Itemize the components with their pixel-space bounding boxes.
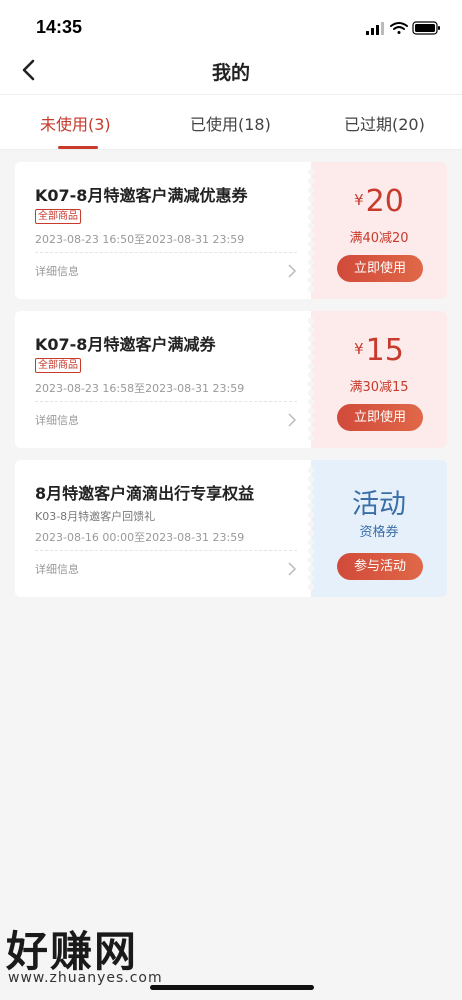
coupon-date-range: 2023-08-23 16:50至2023-08-31 23:59 <box>35 233 245 246</box>
dashed-divider <box>35 550 297 551</box>
coupon-value-panel: ¥15 满30减15 立即使用 <box>307 311 447 448</box>
tab-unused[interactable]: 未使用(3) <box>40 111 111 135</box>
details-link[interactable]: 详细信息 <box>35 559 297 581</box>
dashed-divider <box>35 252 297 253</box>
use-now-button[interactable]: 立即使用 <box>337 404 423 431</box>
coupon-tabs: 未使用(3) 已使用(18) 已过期(20) <box>0 94 462 150</box>
activity-info: 8月特邀客户滴滴出行专享权益 K03-8月特邀客户回馈礼 2023-08-16 … <box>15 460 311 597</box>
activity-label: 活动 <box>352 489 406 520</box>
activity-card: 8月特邀客户滴滴出行专享权益 K03-8月特邀客户回馈礼 2023-08-16 … <box>15 460 447 597</box>
currency-symbol: ¥ <box>354 191 364 209</box>
join-activity-button[interactable]: 参与活动 <box>337 553 423 580</box>
coupon-title: K07-8月特邀客户满减券 <box>35 335 216 354</box>
details-label: 详细信息 <box>35 414 79 427</box>
coupon-condition: 满30减15 <box>349 380 409 395</box>
coupon-date-range: 2023-08-23 16:58至2023-08-31 23:59 <box>35 382 245 395</box>
coupon-title: K07-8月特邀客户满减优惠券 <box>35 186 248 205</box>
cellular-signal-icon <box>366 22 384 35</box>
chevron-right-icon <box>288 562 297 576</box>
status-bar: 14:35 <box>0 0 462 46</box>
activity-panel: 活动 资格券 参与活动 <box>307 460 447 597</box>
coupon-info: K07-8月特邀客户满减优惠券 全部商品 2023-08-23 16:50至20… <box>15 162 311 299</box>
chevron-right-icon <box>288 413 297 427</box>
coupon-amount: ¥20 <box>311 184 447 219</box>
tab-used[interactable]: 已使用(18) <box>190 111 271 135</box>
activity-date-range: 2023-08-16 00:00至2023-08-31 23:59 <box>35 531 245 544</box>
details-label: 详细信息 <box>35 563 79 576</box>
details-label: 详细信息 <box>35 265 79 278</box>
chevron-right-icon <box>288 264 297 278</box>
nav-bar: 我的 <box>0 46 462 94</box>
coupon-card: K07-8月特邀客户满减优惠券 全部商品 2023-08-23 16:50至20… <box>15 162 447 299</box>
activity-subtitle: K03-8月特邀客户回馈礼 <box>35 510 156 523</box>
activity-type: 资格券 <box>359 525 399 540</box>
amount-value: 15 <box>365 333 404 368</box>
currency-symbol: ¥ <box>354 340 364 358</box>
coupon-amount: ¥15 <box>311 333 447 368</box>
status-time: 14:35 <box>36 17 83 37</box>
coupon-card: K07-8月特邀客户满减券 全部商品 2023-08-23 16:58至2023… <box>15 311 447 448</box>
coupon-value-panel: ¥20 满40减20 立即使用 <box>307 162 447 299</box>
status-icons <box>366 21 440 35</box>
coupon-info: K07-8月特邀客户满减券 全部商品 2023-08-23 16:58至2023… <box>15 311 311 448</box>
coupon-condition: 满40减20 <box>349 231 409 246</box>
scope-tag: 全部商品 <box>35 209 81 224</box>
battery-icon <box>412 21 440 35</box>
home-indicator[interactable] <box>150 985 314 990</box>
active-tab-indicator <box>58 146 98 149</box>
scope-tag: 全部商品 <box>35 358 81 373</box>
details-link[interactable]: 详细信息 <box>35 410 297 432</box>
use-now-button[interactable]: 立即使用 <box>337 255 423 282</box>
watermark-url: www.zhuanyes.com <box>8 970 163 986</box>
page-title: 我的 <box>211 62 250 84</box>
wifi-icon <box>390 22 408 34</box>
watermark: 好赚网 www.zhuanyes.com <box>0 918 190 988</box>
amount-value: 20 <box>365 184 404 219</box>
tab-expired[interactable]: 已过期(20) <box>344 111 425 135</box>
details-link[interactable]: 详细信息 <box>35 261 297 283</box>
dashed-divider <box>35 401 297 402</box>
activity-title: 8月特邀客户滴滴出行专享权益 <box>35 484 255 503</box>
